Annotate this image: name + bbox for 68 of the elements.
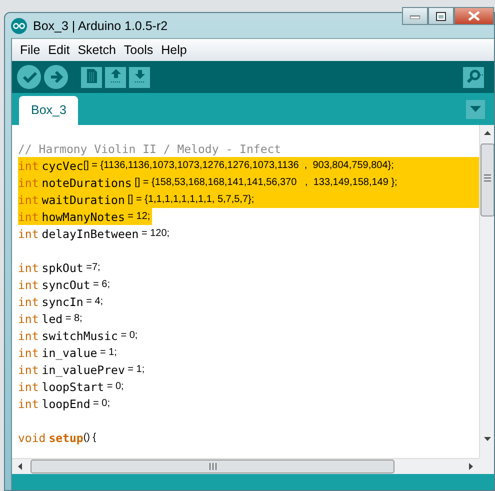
app-logo-icon (11, 18, 27, 34)
code-keyword: int (18, 396, 39, 410)
menu-item[interactable]: Sketch (74, 43, 120, 57)
code-keyword: int (18, 158, 39, 172)
code-keyword: int (18, 312, 39, 326)
code-identifier: spkOut (42, 260, 84, 274)
tab-menu-button[interactable] (466, 100, 485, 118)
code-text: = 0; (106, 381, 124, 392)
code-keyword: void (18, 430, 46, 444)
code-identifier: loopEnd (42, 396, 90, 410)
code-identifier: loopStart (42, 380, 104, 394)
minimize-icon (410, 13, 420, 19)
code-identifier: syncIn (42, 294, 84, 308)
code-keyword: int (18, 294, 39, 308)
code-keyword: int (18, 192, 39, 206)
caret-icon (470, 106, 481, 112)
code-text: = 1; (126, 364, 145, 375)
code-text: = 6; (92, 279, 110, 290)
code-text: = 8; (64, 313, 82, 324)
code-keyword: int (18, 362, 39, 376)
code-text: = 4; (85, 296, 104, 307)
code-identifier: cycVec (42, 158, 84, 172)
code-identifier: waitDuration (42, 192, 125, 206)
upload-button[interactable] (44, 65, 68, 89)
menu-item[interactable]: File (16, 43, 44, 57)
code-keyword: int (18, 176, 39, 190)
code-comment: // Harmony Violin II / Melody - Infect (18, 142, 282, 156)
code-identifier: switchMusic (42, 328, 118, 342)
code-identifier: in_value (42, 346, 98, 360)
code-text: = 0; (120, 330, 138, 341)
save-button[interactable] (129, 66, 150, 88)
code-keyword: int (18, 210, 39, 224)
maximize-icon (436, 12, 446, 20)
code-text: =7; (85, 262, 100, 273)
code-function: setup (48, 430, 84, 444)
code-keyword: int (18, 278, 39, 292)
menu-item[interactable]: Tools (120, 43, 158, 57)
menu-item[interactable]: Edit (44, 43, 74, 57)
code-text: [] = {1136,1136,1073,1073,1276,1276,1073,1136 , 903,804,759,804}; (83, 160, 394, 171)
code-text: = 1; (98, 347, 117, 358)
code-text: = 120; (140, 228, 170, 239)
code-keyword: int (18, 380, 39, 394)
menu-item[interactable]: Help (157, 43, 191, 57)
code-text: () { (83, 432, 96, 443)
minimize-button[interactable] (402, 7, 428, 25)
code-text: [] = {1,1,1,1,1,1,1,1, 5,7,5,7}; (126, 194, 254, 205)
code-keyword: int (18, 346, 39, 360)
code-identifier: delayInBetween (42, 226, 139, 240)
close-icon (468, 11, 480, 21)
code-identifier: noteDurations (42, 176, 132, 190)
code-identifier: syncOut (42, 278, 90, 292)
new-button[interactable] (81, 66, 102, 88)
close-button[interactable] (454, 7, 494, 25)
code-identifier: led (42, 312, 63, 326)
code-identifier: howManyNotes (42, 210, 125, 224)
open-button[interactable] (105, 66, 126, 88)
code-keyword: int (18, 226, 39, 240)
code-identifier: in_valuePrev (42, 362, 125, 376)
file-tab[interactable]: Box_3 (19, 96, 78, 125)
code-keyword: int (18, 328, 39, 342)
code-text: = 0; (92, 398, 110, 409)
maximize-button[interactable] (428, 7, 454, 25)
code-text: = 12; (126, 211, 150, 222)
window-title: Box_3 | Arduino 1.0.5-r2 (33, 18, 168, 32)
verify-button[interactable] (17, 65, 41, 89)
serial-monitor-button[interactable] (463, 66, 484, 88)
code-keyword: int (18, 260, 39, 274)
code-text: [] = {158,53,168,168,141,141,56,370 , 133,149,158,149 }; (134, 177, 398, 188)
